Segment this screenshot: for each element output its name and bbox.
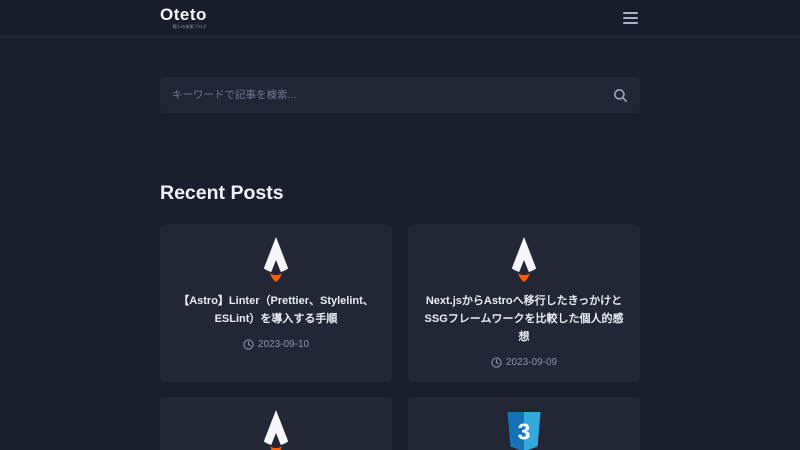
- site-logo-tagline: 個人の技術ブログ: [160, 24, 207, 30]
- site-logo-text: Oteto: [160, 6, 207, 25]
- post-card[interactable]: 【Astro】Partytownを使ってGoogle Analyticsを導入す…: [160, 397, 392, 450]
- search-bar[interactable]: [160, 77, 640, 113]
- site-logo[interactable]: Oteto 個人の技術ブログ: [160, 6, 207, 31]
- css3-logo-icon: 3: [424, 410, 624, 450]
- post-date-text: 2023-09-10: [258, 339, 309, 350]
- search-input[interactable]: [172, 89, 613, 101]
- post-card[interactable]: 【Astro】Linter（Prettier、Stylelint、ESLint）…: [160, 224, 392, 382]
- clock-icon: [243, 339, 254, 350]
- post-title: Next.jsからAstroへ移行したきっかけとSSGフレームワークを比較した個…: [424, 292, 624, 346]
- post-title: 【Astro】Linter（Prettier、Stylelint、ESLint）…: [176, 292, 376, 328]
- main-content: Recent Posts 【Astro】Linter（Prettier、Styl…: [160, 77, 640, 450]
- recent-posts-heading: Recent Posts: [160, 182, 640, 205]
- post-date-text: 2023-09-09: [506, 357, 557, 368]
- search-icon[interactable]: [613, 88, 628, 103]
- posts-grid: 【Astro】Linter（Prettier、Stylelint、ESLint）…: [160, 224, 640, 450]
- site-header: Oteto 個人の技術ブログ: [0, 0, 800, 37]
- post-card[interactable]: Next.jsからAstroへ移行したきっかけとSSGフレームワークを比較した個…: [408, 224, 640, 382]
- svg-text:3: 3: [518, 419, 531, 445]
- astro-logo-icon: [424, 237, 624, 282]
- astro-logo-icon: [176, 237, 376, 282]
- post-date: 2023-09-10: [176, 339, 376, 350]
- menu-button[interactable]: [621, 5, 640, 31]
- post-date: 2023-09-09: [424, 357, 624, 368]
- hamburger-icon: [623, 12, 638, 24]
- clock-icon: [491, 357, 502, 368]
- post-card[interactable]: 3 【CSS】縦長img画像を正方形に切り抜いて表示: [408, 397, 640, 450]
- astro-logo-icon: [176, 410, 376, 450]
